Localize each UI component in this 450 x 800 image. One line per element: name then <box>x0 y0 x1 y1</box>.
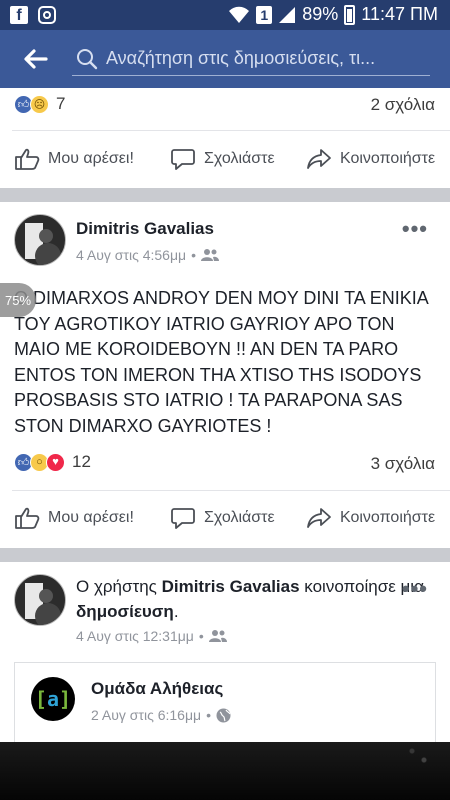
clock: 11:47 ΠΜ <box>361 4 438 24</box>
reaction-summary[interactable]: 👍︎ ☹ 7 <box>14 94 65 114</box>
share-button[interactable]: Κοινοποιήστε <box>306 147 435 171</box>
avatar[interactable] <box>14 574 66 626</box>
like-label: Μου αρέσει! <box>48 509 134 526</box>
feed-separator <box>0 188 450 202</box>
share-label: Κοινοποιήστε <box>340 509 436 526</box>
more-options-icon[interactable]: ••• <box>402 216 428 242</box>
share-prefix: Ο χρήστης <box>76 577 157 596</box>
shared-post-time[interactable]: 2 Αυγ στις 6:16μμ <box>91 707 201 723</box>
shared-post-link[interactable]: δημοσίευση <box>76 602 174 621</box>
avatar[interactable] <box>14 214 66 266</box>
post-card-1: 👍︎ ☹ 7 2 σχόλια Μου αρέσει! Σχολιάστε Κο… <box>0 88 450 188</box>
battery-percent: 89% <box>302 4 339 24</box>
comment-button[interactable]: Σχολιάστε <box>170 506 275 530</box>
share-arrow-icon <box>307 149 331 169</box>
instagram-notification-icon <box>38 6 56 24</box>
search-header: Αναζήτηση στις δημοσιεύσεις, τι... <box>0 30 450 88</box>
share-button[interactable]: Κοινοποιήστε <box>306 506 435 530</box>
battery-icon <box>344 4 356 25</box>
facebook-notification-icon: f <box>10 6 28 24</box>
status-bar: f 1 89% 11:47 ΠΜ <box>0 0 450 30</box>
like-button[interactable]: Μου αρέσει! <box>14 506 134 530</box>
wifi-icon <box>229 6 250 23</box>
comment-icon <box>171 508 195 529</box>
shared-post[interactable]: [a] Ομάδα Αλήθειας 2 Αυγ στις 6:16μμ • <box>14 662 436 742</box>
reaction-summary[interactable]: 👍︎ ○ ♥ 12 <box>14 452 91 472</box>
reaction-count: 12 <box>72 452 91 471</box>
action-bar: Μου αρέσει! Σχολιάστε Κοινοποιήστε <box>0 492 450 542</box>
share-label: Κοινοποιήστε <box>340 150 436 167</box>
search-input[interactable]: Αναζήτηση στις δημοσιεύσεις, τι... <box>72 44 430 76</box>
comment-button[interactable]: Σχολιάστε <box>170 147 275 171</box>
search-icon <box>77 49 98 70</box>
logo-letter: a <box>46 687 60 711</box>
page-logo[interactable]: [a] <box>31 677 75 721</box>
thumbs-up-icon <box>15 148 40 170</box>
love-icon: ♥ <box>46 452 65 472</box>
like-label: Μου αρέσει! <box>48 150 134 167</box>
comments-count[interactable]: 3 σχόλια <box>371 454 435 474</box>
sim-icon: 1 <box>256 5 273 24</box>
comment-label: Σχολιάστε <box>204 150 275 167</box>
share-headline: Ο χρήστης Dimitris Gavalias κοινοποίησε … <box>76 574 436 624</box>
search-placeholder: Αναζήτηση στις δημοσιεύσεις, τι... <box>106 48 376 68</box>
post-text: Ο DIMARXOS ANDROY DEN MOY DINI TA ENIKIA… <box>14 288 428 436</box>
page-name[interactable]: Ομάδα Αλήθειας <box>91 679 223 699</box>
globe-icon <box>216 708 231 722</box>
sad-icon: ☹ <box>30 94 49 114</box>
post-meta: 4 Αυγ στις 4:56μμ • <box>76 247 219 263</box>
back-arrow-icon[interactable] <box>20 44 50 74</box>
post-author[interactable]: Dimitris Gavalias <box>162 577 300 596</box>
shared-post-image[interactable] <box>0 742 450 800</box>
feed-separator <box>0 548 450 562</box>
logo-bracket: [ <box>34 687 47 711</box>
post-card-2: Dimitris Gavalias 4 Αυγ στις 4:56μμ • ••… <box>0 202 450 548</box>
friends-icon <box>201 249 219 261</box>
friends-icon <box>208 630 227 642</box>
post-meta: 4 Αυγ στις 12:31μμ • <box>76 628 227 644</box>
more-options-icon[interactable]: ••• <box>402 576 428 602</box>
share-arrow-icon <box>307 508 331 528</box>
logo-bracket: ] <box>59 687 72 711</box>
reaction-count: 7 <box>56 94 66 113</box>
divider <box>12 490 450 491</box>
post-author[interactable]: Dimitris Gavalias <box>76 219 214 239</box>
comments-count[interactable]: 2 σχόλια <box>371 95 435 115</box>
share-suffix: . <box>173 602 179 621</box>
post-time[interactable]: 4 Αυγ στις 12:31μμ <box>76 628 194 644</box>
action-bar: Μου αρέσει! Σχολιάστε Κοινοποιήστε <box>0 133 450 183</box>
like-button[interactable]: Μου αρέσει! <box>14 147 134 171</box>
signal-icon <box>279 6 296 23</box>
comment-label: Σχολιάστε <box>204 509 275 526</box>
thumbs-up-icon <box>15 507 40 529</box>
shared-post-meta: 2 Αυγ στις 6:16μμ • <box>91 707 231 723</box>
zoom-badge: 75% <box>0 283 36 317</box>
post-time[interactable]: 4 Αυγ στις 4:56μμ <box>76 247 186 263</box>
divider <box>12 130 450 131</box>
comment-icon <box>171 149 195 170</box>
